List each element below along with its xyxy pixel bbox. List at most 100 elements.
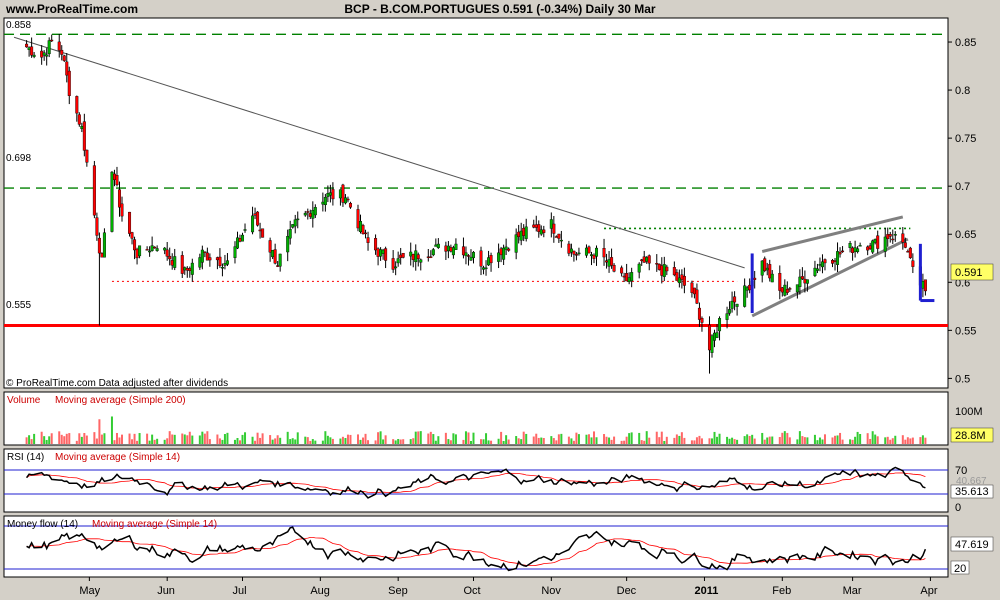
volume-bar — [834, 435, 837, 444]
volume-bar — [43, 436, 46, 444]
candle-body — [888, 234, 892, 237]
volume-bar — [786, 432, 789, 444]
candle-body — [534, 224, 538, 228]
volume-bar — [148, 440, 151, 444]
candle-body — [431, 249, 435, 256]
volume-bar — [462, 439, 465, 444]
volume-bar — [818, 437, 821, 444]
candle-body — [296, 218, 300, 221]
volume-bar — [693, 440, 696, 444]
price-tick-label: 0.55 — [955, 325, 976, 337]
candle-body — [203, 251, 207, 253]
volume-bar — [560, 433, 563, 444]
volume-bar — [771, 436, 774, 444]
candle-body — [697, 307, 701, 320]
volume-bar — [452, 433, 455, 444]
volume-bar — [153, 439, 156, 444]
volume-bar — [341, 436, 344, 444]
volume-bar — [751, 434, 754, 444]
candle-body — [288, 229, 292, 239]
chart-canvas: 0.850.80.750.70.650.60.550.5 0.858 0.698… — [3, 17, 994, 597]
candle-body — [625, 273, 629, 282]
volume-bar — [482, 439, 485, 444]
volume-bar — [823, 434, 826, 444]
candle-body — [399, 254, 403, 258]
candle-body — [190, 262, 194, 275]
volume-bar — [402, 439, 405, 444]
candle-body — [499, 248, 503, 256]
volume-bar — [525, 433, 528, 444]
volume-bar — [115, 432, 118, 444]
volume-bar — [201, 431, 204, 444]
candle-body — [502, 247, 506, 260]
candle-body — [180, 255, 184, 274]
price-top-label: 0.858 — [6, 20, 31, 31]
volume-bar — [239, 440, 241, 444]
volume-bar — [399, 439, 402, 444]
candle-body — [115, 175, 119, 186]
candle-body — [760, 260, 764, 276]
volume-bar — [68, 433, 71, 444]
candle-body — [293, 219, 297, 227]
candle-body — [120, 203, 124, 217]
candle-body — [80, 126, 84, 129]
candle-body — [218, 256, 222, 266]
candle-body — [85, 149, 89, 163]
candle-body — [436, 243, 440, 248]
candle-body — [549, 219, 553, 229]
volume-bar — [590, 437, 593, 444]
candle-body — [243, 229, 247, 231]
candle-body — [238, 238, 242, 242]
candle-body — [876, 235, 880, 249]
x-tick-label: Oct — [463, 585, 480, 597]
price-tick-label: 0.85 — [955, 37, 976, 49]
candle-body — [695, 289, 699, 304]
volume-bar — [33, 433, 36, 444]
candle-body — [886, 234, 890, 240]
candle-body — [27, 47, 31, 50]
candle-body — [507, 248, 511, 251]
candle-body — [338, 189, 342, 199]
volume-bar — [645, 431, 648, 444]
volume-bar — [78, 433, 81, 444]
volume-bar — [520, 439, 523, 444]
candle-body — [707, 324, 711, 351]
candle-body — [145, 249, 149, 251]
volume-bar — [362, 437, 365, 444]
candle-body — [95, 217, 99, 236]
volume-bar — [85, 435, 88, 444]
volume-bar — [417, 431, 420, 444]
volume-bar — [163, 439, 166, 444]
volume-bar — [223, 434, 226, 444]
candle-body — [798, 276, 802, 287]
candle-body — [253, 213, 257, 216]
volume-bar — [716, 436, 719, 444]
candle-body — [537, 224, 541, 232]
volume-bar — [379, 431, 382, 444]
volume-bar — [221, 439, 224, 444]
volume-bar — [269, 435, 272, 444]
volume-bar — [490, 440, 493, 444]
mfi-value: 47.619 — [955, 539, 989, 551]
volume-bar — [357, 434, 359, 444]
volume-bar — [80, 436, 83, 444]
candle-body — [908, 247, 912, 259]
volume-bar — [497, 438, 500, 444]
volume-bar — [603, 434, 606, 444]
volume-bar — [45, 439, 48, 444]
candle-body — [153, 246, 157, 249]
candle-body — [235, 237, 239, 249]
volume-bar — [660, 431, 663, 444]
volume-bar — [874, 434, 877, 444]
candle-body — [328, 192, 332, 196]
candle-body — [45, 54, 49, 57]
volume-bar — [623, 440, 626, 444]
candle-body — [138, 245, 142, 257]
candle-body — [30, 46, 34, 56]
candle-body — [286, 236, 290, 253]
candle-body — [57, 41, 61, 51]
candle-body — [60, 49, 64, 55]
candle-body — [692, 287, 696, 295]
candle-body — [348, 202, 352, 208]
rsi-zero-tick: 0 — [955, 502, 961, 514]
